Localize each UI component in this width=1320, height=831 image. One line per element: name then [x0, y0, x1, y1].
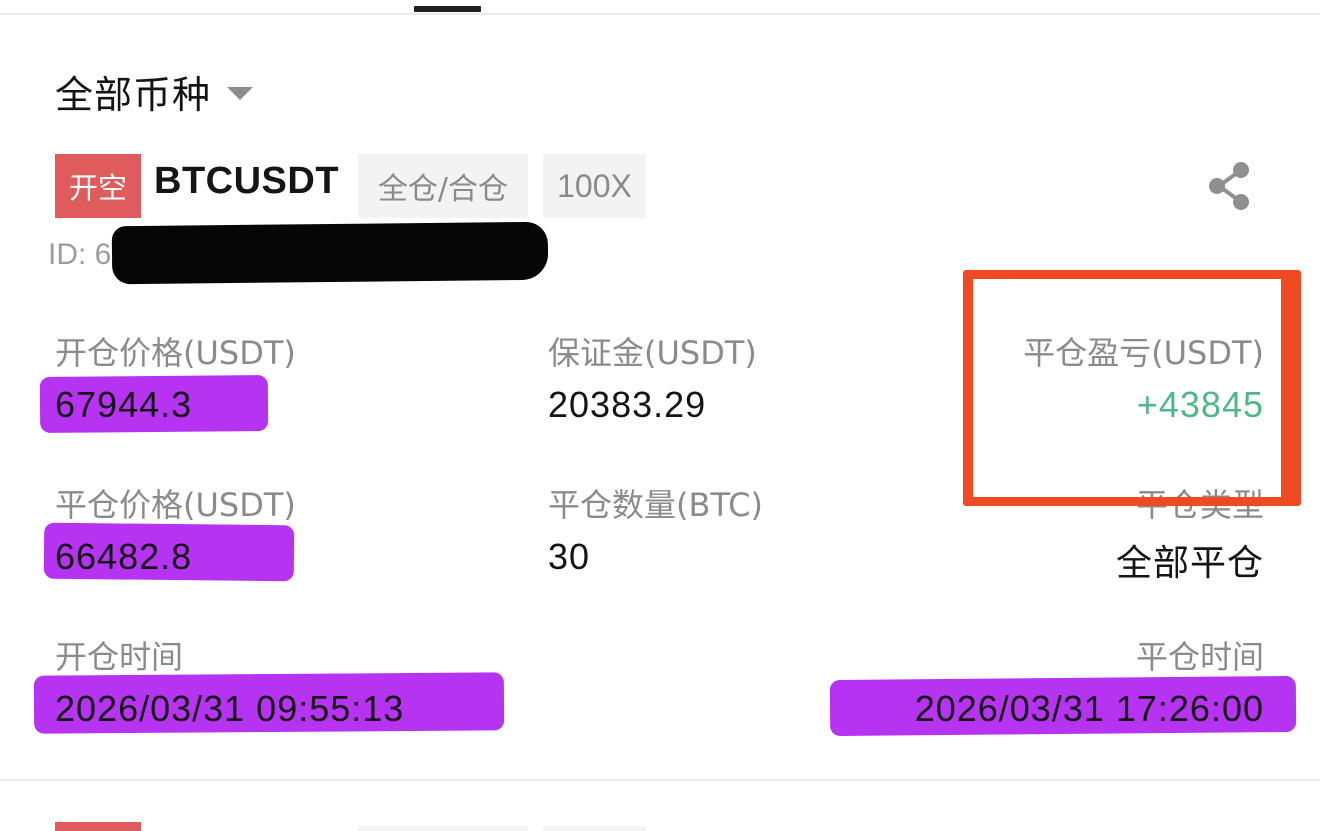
- close-type-value: 全部平仓: [1115, 543, 1264, 584]
- next-card-chip: [543, 826, 646, 831]
- margin-label: 保证金(USDT): [548, 334, 757, 372]
- close-qty-label: 平仓数量(BTC): [548, 486, 763, 524]
- active-tab-indicator: [414, 6, 481, 12]
- open-price-value: 67944.3: [55, 384, 193, 425]
- symbol-title: BTCUSDT: [154, 160, 340, 202]
- order-id: ID: 6: [48, 238, 112, 271]
- close-price-value: 66482.8: [55, 536, 193, 577]
- coin-filter-label: 全部币种: [55, 73, 212, 117]
- open-price-label: 开仓价格(USDT): [55, 334, 296, 372]
- close-qty-value: 30: [548, 536, 591, 577]
- next-card-side-tag: [55, 822, 141, 831]
- leverage-chip: 100X: [543, 154, 646, 218]
- tab-bar-divider: [0, 13, 1320, 15]
- margin-mode-chip: 全仓/合仓: [358, 154, 528, 218]
- share-icon[interactable]: [1205, 160, 1257, 212]
- caret-down-icon: [227, 87, 254, 100]
- side-tag: 开空: [55, 154, 141, 218]
- trade-history-screen: 全部币种 开空 BTCUSDT 全仓/合仓 100X ID: 6 开仓价格(US…: [0, 0, 1320, 831]
- card-divider: [0, 779, 1320, 781]
- redaction-mark: [111, 221, 549, 285]
- annotation-box: [963, 270, 1301, 506]
- close-time-value: 2026/03/31 17:26:00: [914, 688, 1264, 729]
- close-price-label: 平仓价格(USDT): [55, 486, 296, 524]
- margin-value: 20383.29: [548, 384, 707, 425]
- open-time-value: 2026/03/31 09:55:13: [55, 688, 405, 729]
- next-card-chip: [358, 826, 528, 831]
- close-time-label: 平仓时间: [1135, 638, 1264, 676]
- open-time-label: 开仓时间: [55, 638, 184, 676]
- coin-filter-dropdown[interactable]: 全部币种: [55, 64, 254, 119]
